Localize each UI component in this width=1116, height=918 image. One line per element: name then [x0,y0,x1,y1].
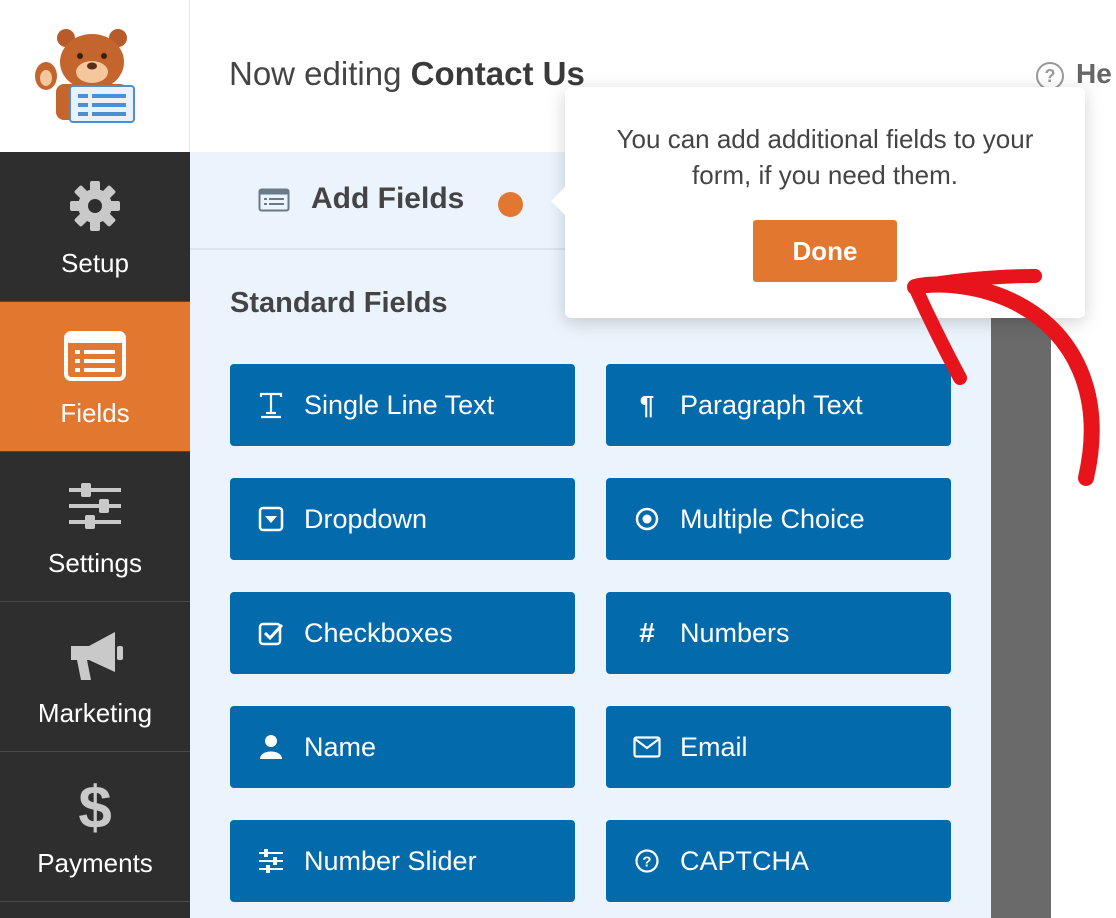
field-button-dropdown[interactable]: Dropdown [230,478,575,560]
fields-list-icon [64,331,126,381]
field-label: Numbers [680,618,790,648]
editing-prefix: Now editing [229,55,402,92]
slider-icon [256,846,286,876]
field-button-numbers[interactable]: # Numbers [606,592,951,674]
sidebar-item-label: Marketing [37,698,153,728]
field-label: Name [304,732,377,762]
field-label: Dropdown [304,504,428,534]
field-label: Number Slider [304,846,477,876]
tooltip-text: You can add additional fields to your fo… [616,124,1034,190]
field-label: Single Line Text [304,390,495,420]
field-button-checkboxes[interactable]: Checkboxes [230,592,575,674]
hash-icon: # [639,617,655,648]
sidebar-item-label: Fields [60,398,130,428]
form-name: Contact Us [410,55,585,92]
field-button-single-line-text[interactable]: Single Line Text [230,364,575,446]
field-label: Paragraph Text [680,390,863,420]
sidebar-item-label: Payments [37,848,153,878]
sidebar-item-marketing[interactable]: Marketing [0,602,190,752]
section-title: Standard Fields [230,287,448,319]
builder-sidebar: Setup Fields Settings Marketing $ Paymen… [0,152,190,918]
text-icon [256,390,286,420]
field-label: Checkboxes [304,618,453,648]
sidebar-item-payments[interactable]: $ Payments [0,752,190,902]
sidebar-item-settings[interactable]: Settings [0,452,190,602]
field-button-multiple-choice[interactable]: Multiple Choice [606,478,951,560]
list-icon [258,188,290,212]
sliders-icon [69,483,121,529]
field-label: Email [680,732,748,762]
svg-text:$: $ [78,774,111,838]
checkbox-icon [256,618,286,648]
help-icon: ? [1036,61,1064,90]
dollar-icon: $ [78,774,111,838]
question-circle-icon: ? [632,846,662,876]
field-label: CAPTCHA [680,846,810,876]
field-button-paragraph-text[interactable]: ¶ Paragraph Text [606,364,951,446]
sidebar-item-fields[interactable]: Fields [0,302,190,452]
field-button-number-slider[interactable]: Number Slider [230,820,575,902]
radio-icon [632,504,662,534]
sidebar-item-setup[interactable]: Setup [0,152,190,302]
notification-dot [498,192,523,217]
svg-text:?: ? [642,854,651,871]
logo-area [0,0,190,152]
editing-title: Now editing Contact Us [229,55,585,93]
field-button-name[interactable]: Name [230,706,575,788]
sidebar-item-label: Setup [61,248,129,278]
field-button-captcha[interactable]: ? CAPTCHA [606,820,951,902]
sidebar-item-label: Settings [48,548,142,578]
onboarding-tooltip: You can add additional fields to your fo… [551,87,1085,318]
envelope-icon [632,732,662,762]
help-label: He [1076,58,1112,89]
help-link[interactable]: ? He [1036,58,1112,90]
paragraph-icon: ¶ [639,389,655,420]
dropdown-icon [256,504,286,534]
tooltip-arrow [551,187,565,215]
bear-logo-icon [35,29,135,123]
megaphone-icon [71,632,123,680]
field-label: Multiple Choice [680,504,865,534]
done-button[interactable]: Done [753,220,897,282]
gear-icon [70,181,120,231]
tab-label: Add Fields [311,182,465,215]
field-button-email[interactable]: Email [606,706,951,788]
user-icon [256,732,286,762]
